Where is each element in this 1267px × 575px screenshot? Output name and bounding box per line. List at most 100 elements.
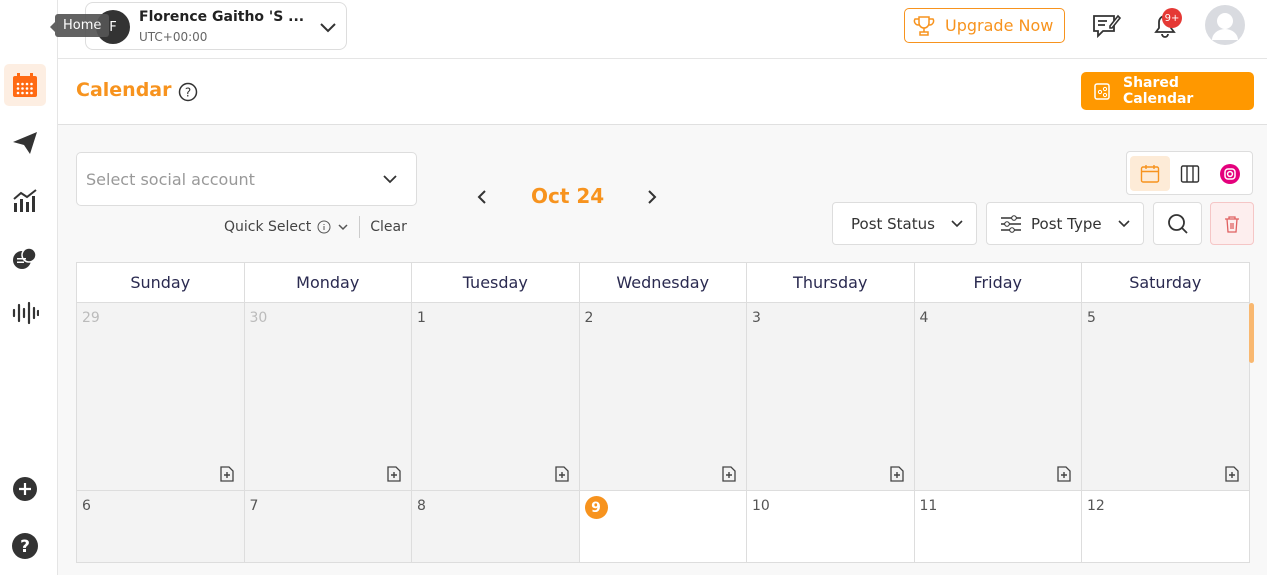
calendar-day-cell[interactable]: 3 <box>746 302 915 491</box>
notifications-button[interactable]: 9+ <box>1150 8 1184 42</box>
svg-text:?: ? <box>185 86 191 100</box>
post-type-label: Post Type <box>1031 214 1102 233</box>
delete-button[interactable] <box>1210 202 1254 245</box>
upgrade-label: Upgrade Now <box>945 16 1054 35</box>
trophy-icon <box>913 15 935 36</box>
add-post-icon[interactable] <box>1057 466 1071 482</box>
post-status-dropdown[interactable]: Post Status <box>832 202 977 245</box>
weekday-header: Sunday <box>76 262 245 303</box>
notification-badge: 9+ <box>1162 8 1182 28</box>
post-type-dropdown[interactable]: Post Type <box>986 202 1144 245</box>
svg-text:?: ? <box>20 537 30 557</box>
shared-calendar-icon <box>1094 83 1110 100</box>
calendar-day-cell[interactable]: 9 <box>578 490 747 563</box>
calendar-day-cell[interactable]: 30 <box>243 302 412 491</box>
add-post-icon[interactable] <box>1224 466 1239 482</box>
sliders-icon <box>1001 214 1021 233</box>
calendar-day-cell[interactable]: 10 <box>746 490 915 563</box>
weekday-header: Thursday <box>746 262 915 303</box>
chevron-down-icon <box>1118 219 1130 227</box>
calendar-day-cell[interactable]: 1 <box>411 302 580 491</box>
instagram-grid-button[interactable] <box>1210 156 1250 191</box>
account-selector[interactable]: F Florence Gaitho 'S ... UTC+00:00 <box>85 2 347 50</box>
chevron-down-icon <box>383 175 397 184</box>
day-number: 4 <box>919 310 929 326</box>
quick-select-row: Quick Select Clear <box>224 216 407 238</box>
calendar-day-cell[interactable]: 8 <box>411 490 580 563</box>
sidebar-item-publish[interactable] <box>4 122 46 164</box>
weekday-header: Monday <box>243 262 412 303</box>
chevron-down-icon[interactable] <box>337 222 349 232</box>
audio-wave-icon <box>12 301 39 325</box>
scrollbar-thumb[interactable] <box>1249 303 1254 363</box>
weekday-header: Tuesday <box>411 262 580 303</box>
post-status-label: Post Status <box>851 214 935 233</box>
quick-select-button[interactable]: Quick Select <box>224 219 311 235</box>
search-button[interactable] <box>1153 202 1202 245</box>
chevron-down-icon <box>320 23 336 33</box>
divider <box>359 216 361 238</box>
calendar-day-cell[interactable]: 6 <box>76 490 245 563</box>
add-post-icon[interactable] <box>554 466 569 482</box>
current-month: Oct 24 <box>531 184 605 208</box>
page-header: Calendar ? Shared Calendar <box>58 59 1267 125</box>
sidebar-item-analytics[interactable] <box>4 180 46 222</box>
weekday-header: Friday <box>913 262 1082 303</box>
calendar-day-cell[interactable]: 29 <box>76 302 245 491</box>
add-post-icon[interactable] <box>889 466 904 482</box>
help-circle-icon[interactable]: ? <box>178 82 198 102</box>
add-post-icon[interactable] <box>387 466 401 482</box>
sidebar-item-inbox[interactable] <box>4 238 46 280</box>
next-month-button[interactable] <box>646 189 658 205</box>
calendar-day-cell[interactable]: 12 <box>1081 490 1250 563</box>
month-view-button[interactable] <box>1130 156 1170 191</box>
day-number: 11 <box>919 498 938 514</box>
chat-icon <box>13 247 37 269</box>
day-number: 30 <box>249 310 268 326</box>
top-bar: F Florence Gaitho 'S ... UTC+00:00 Upgra… <box>58 0 1267 59</box>
sidebar: Home ? <box>0 0 110 575</box>
upgrade-button[interactable]: Upgrade Now <box>904 8 1065 43</box>
today-date: 9 <box>584 496 608 519</box>
social-account-select[interactable]: Select social account <box>76 152 417 206</box>
account-name: Florence Gaitho 'S ... <box>139 9 305 25</box>
help-button[interactable]: ? <box>4 525 46 567</box>
shared-calendar-label: Shared Calendar <box>1122 75 1194 107</box>
calendar-icon <box>13 73 37 97</box>
day-number: 29 <box>82 310 100 326</box>
compose-note-icon[interactable] <box>1092 12 1122 40</box>
day-number: 10 <box>752 498 770 514</box>
sidebar-item-listening[interactable] <box>4 292 46 334</box>
calendar-day-cell[interactable]: 5 <box>1081 302 1250 491</box>
user-avatar[interactable] <box>1205 5 1245 45</box>
add-button[interactable] <box>4 468 46 510</box>
calendar-icon <box>1140 164 1160 183</box>
calendar-area: Select social account Quick Select Clear… <box>58 125 1267 575</box>
day-number: 12 <box>1087 498 1105 514</box>
trash-icon <box>1225 215 1239 233</box>
instagram-icon <box>1220 163 1240 184</box>
weekday-header: Saturday <box>1081 262 1250 303</box>
weekday-header: Wednesday <box>578 262 747 303</box>
add-post-icon[interactable] <box>219 466 234 482</box>
shared-calendar-button[interactable]: Shared Calendar <box>1081 72 1254 110</box>
calendar-day-cell[interactable]: 2 <box>578 302 747 491</box>
clear-button[interactable]: Clear <box>370 219 407 235</box>
info-icon[interactable] <box>317 220 331 234</box>
day-number: 8 <box>417 498 426 514</box>
calendar-day-cell[interactable]: 11 <box>913 490 1082 563</box>
day-number: 5 <box>1087 310 1096 326</box>
help-icon: ? <box>12 533 38 559</box>
analytics-icon <box>13 189 37 212</box>
sidebar-item-calendar[interactable] <box>4 64 46 106</box>
day-number: 1 <box>417 310 426 326</box>
day-number: 6 <box>82 498 91 514</box>
previous-month-button[interactable] <box>476 189 488 205</box>
add-post-icon[interactable] <box>722 466 736 482</box>
week-view-button[interactable] <box>1170 156 1210 191</box>
calendar-day-cell[interactable]: 4 <box>913 302 1082 491</box>
columns-icon <box>1180 164 1200 183</box>
calendar-day-cell[interactable]: 7 <box>243 490 412 563</box>
home-tooltip: Home <box>49 14 110 37</box>
send-icon <box>13 132 37 154</box>
